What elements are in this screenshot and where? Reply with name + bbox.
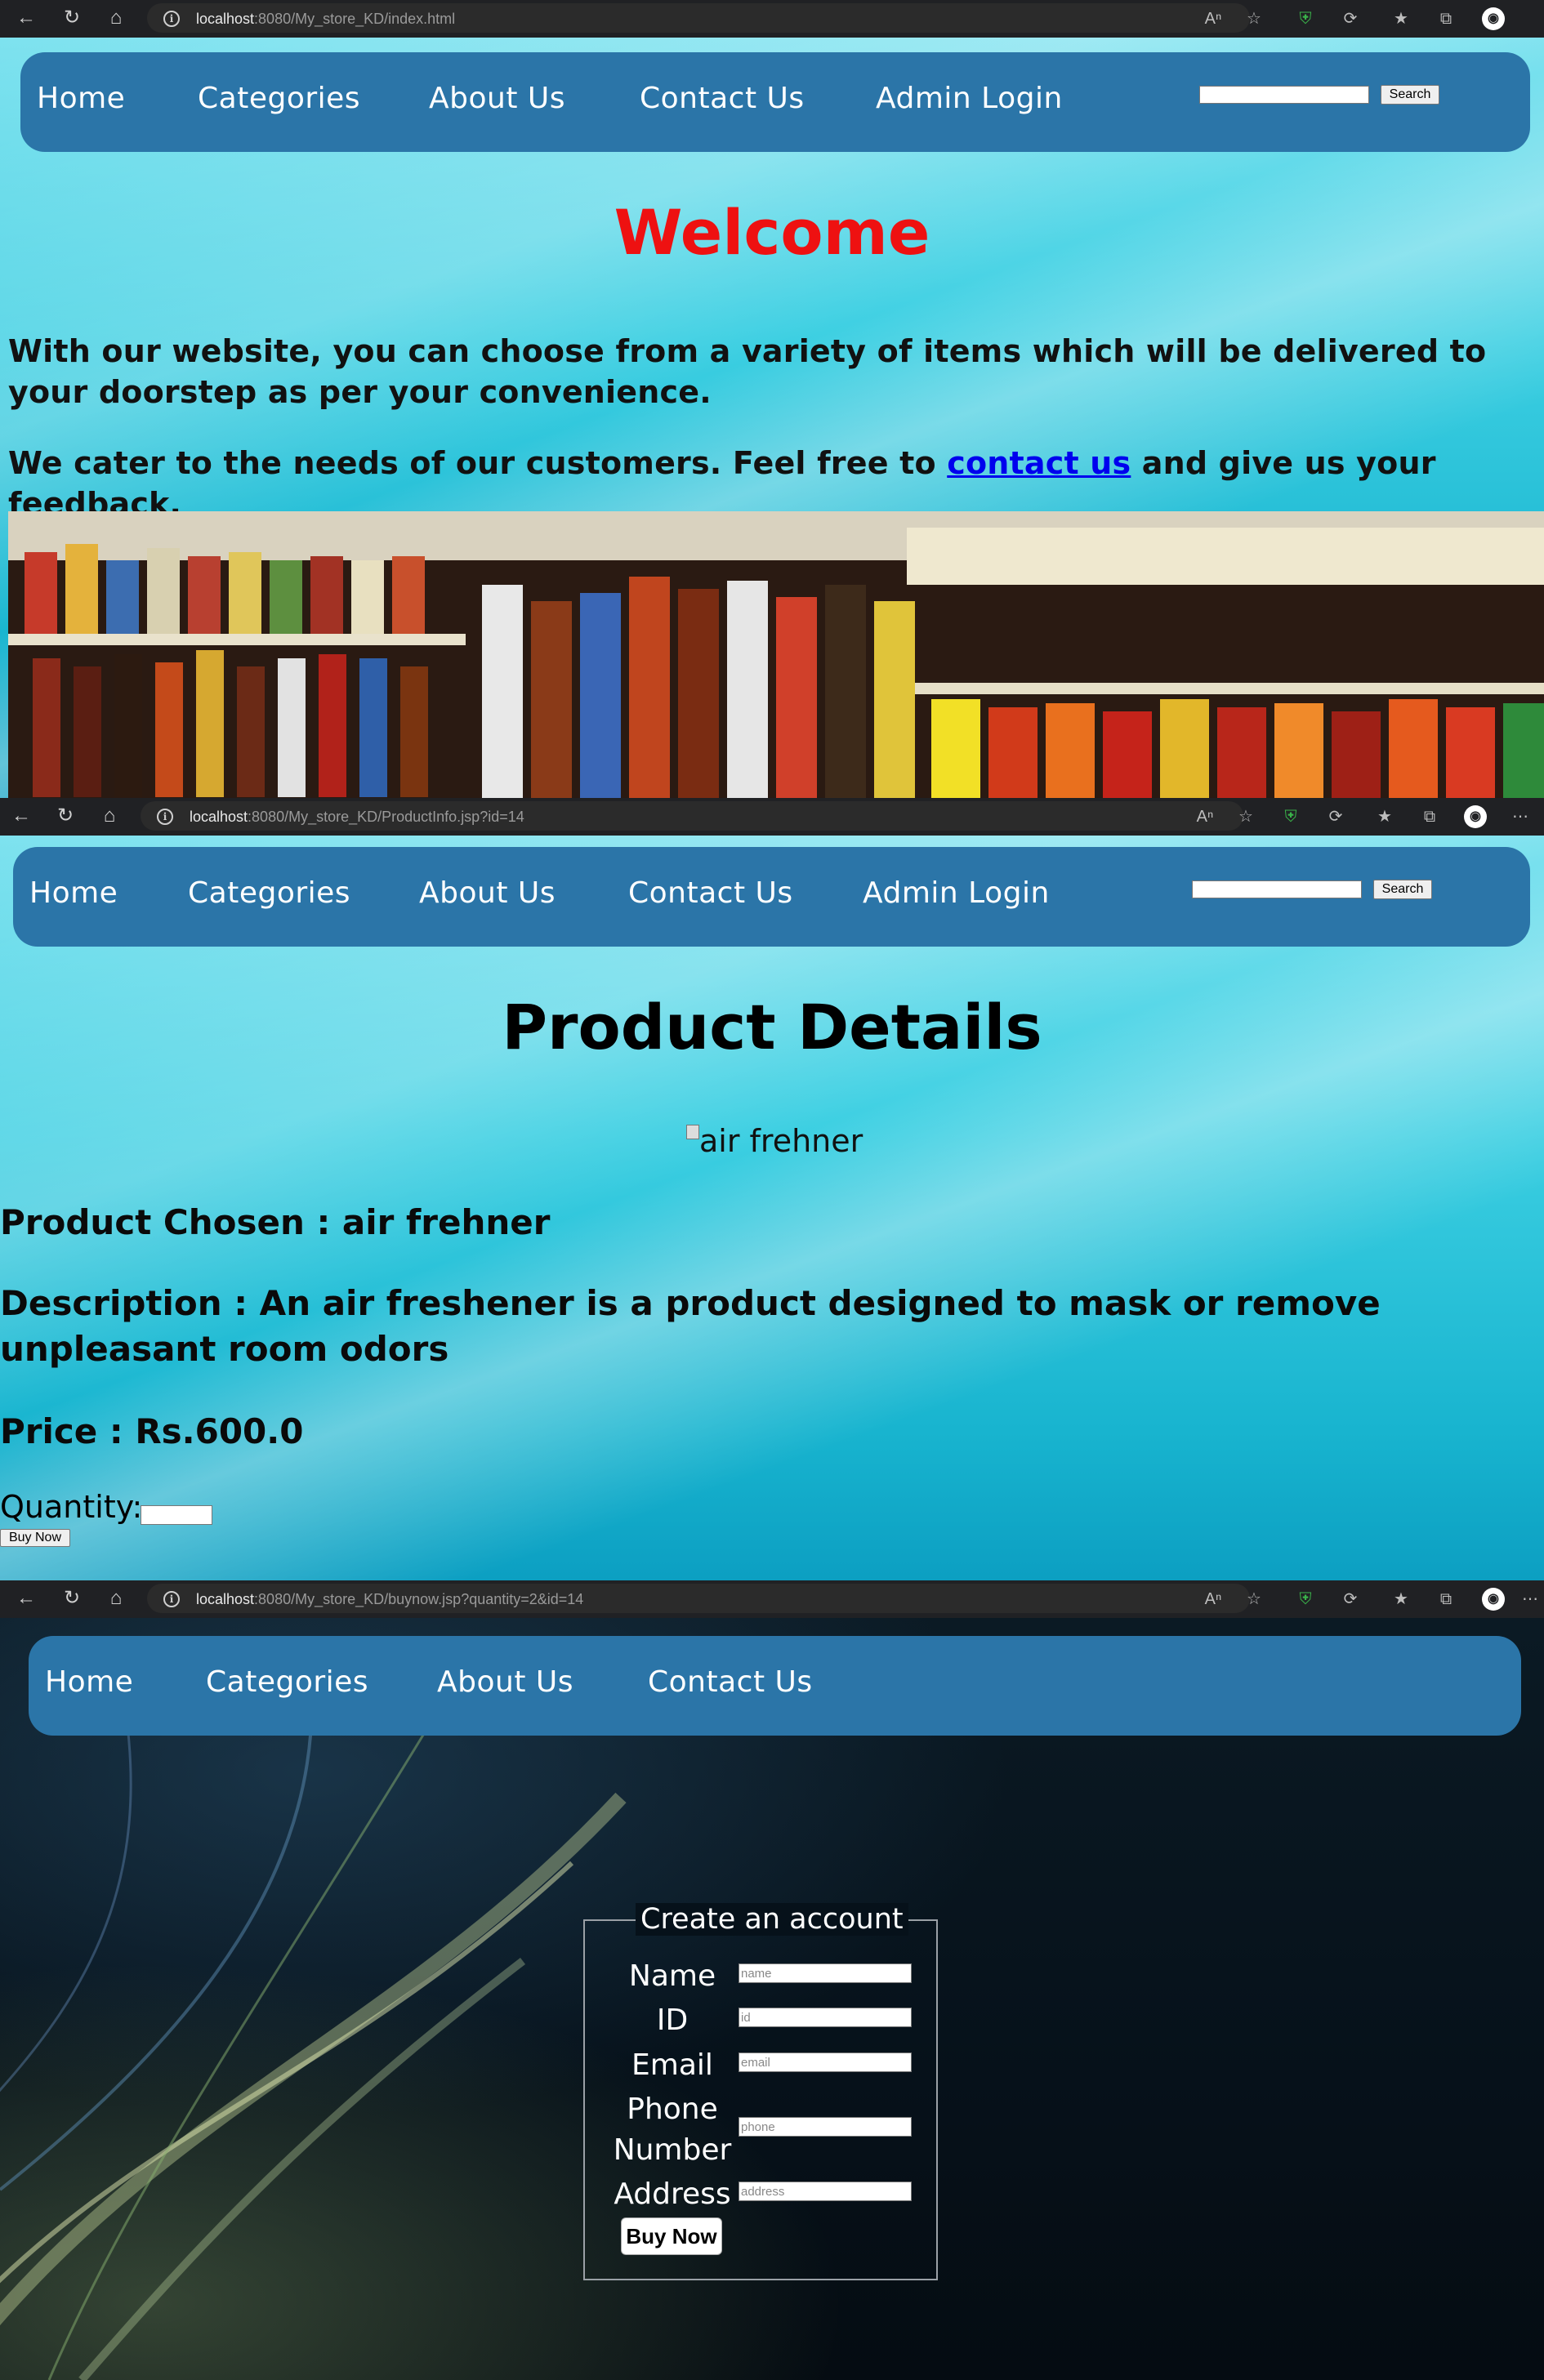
nav-bar: Home Categories About Us Contact Us Admi… bbox=[13, 847, 1530, 947]
home-icon[interactable]: ⌂ bbox=[105, 7, 127, 29]
form-legend: Create an account bbox=[636, 1903, 908, 1936]
profile-icon[interactable]: ◉ bbox=[1482, 1588, 1505, 1611]
collections-icon[interactable]: ⧉ bbox=[1417, 804, 1442, 829]
nav-about[interactable]: About Us bbox=[419, 876, 556, 910]
address-bar[interactable]: i localhost:8080/My_store_KD/buynow.jsp?… bbox=[147, 1584, 1250, 1613]
welcome-heading: Welcome bbox=[614, 196, 930, 269]
product-description: Description : An air freshener is a prod… bbox=[0, 1283, 1381, 1369]
nav-bar: Home Categories About Us Contact Us bbox=[29, 1636, 1521, 1736]
shield-extension-icon[interactable]: ⛨ bbox=[1293, 1587, 1318, 1611]
more-menu-icon[interactable]: ⋯ bbox=[1518, 1587, 1542, 1611]
info-icon[interactable]: i bbox=[163, 1591, 180, 1607]
product-image: air frehner bbox=[686, 1123, 863, 1159]
back-arrow-icon[interactable]: ← bbox=[15, 1587, 38, 1610]
product-chosen: Product Chosen : air frehner bbox=[0, 1202, 551, 1242]
nav-home[interactable]: Home bbox=[37, 82, 125, 115]
address-field[interactable] bbox=[739, 2182, 912, 2201]
read-aloud-icon[interactable]: Aⁿ bbox=[1201, 1587, 1225, 1611]
favorite-add-icon[interactable]: ☆ bbox=[1242, 7, 1266, 31]
screenshot-home: ← ↻ ⌂ i localhost:8080/My_store_KD/index… bbox=[0, 0, 1544, 798]
browser-toolbar: ← ↻ ⌂ i localhost:8080/My_store_KD/index… bbox=[0, 0, 1544, 38]
store-shelves-banner bbox=[8, 511, 1544, 798]
name-field[interactable] bbox=[739, 1963, 912, 1983]
nav-home[interactable]: Home bbox=[45, 1665, 133, 1699]
address-bar[interactable]: i localhost:8080/My_store_KD/index.html bbox=[147, 3, 1250, 33]
nav-categories[interactable]: Categories bbox=[198, 82, 360, 115]
extensions-icon[interactable]: ⟳ bbox=[1338, 7, 1363, 31]
search-input[interactable] bbox=[1192, 880, 1362, 898]
reload-icon[interactable]: ↻ bbox=[60, 1587, 83, 1610]
phone-field[interactable] bbox=[739, 2117, 912, 2137]
info-icon[interactable]: i bbox=[157, 809, 173, 825]
quantity-input[interactable] bbox=[141, 1505, 212, 1525]
phone-label: Phone Number bbox=[613, 2093, 732, 2167]
nav-contact[interactable]: Contact Us bbox=[628, 876, 793, 910]
email-field[interactable] bbox=[739, 2052, 912, 2072]
nav-admin-login[interactable]: Admin Login bbox=[876, 82, 1063, 115]
favorite-add-icon[interactable]: ☆ bbox=[1234, 804, 1258, 829]
nav-categories[interactable]: Categories bbox=[206, 1665, 368, 1699]
favorite-add-icon[interactable]: ☆ bbox=[1242, 1587, 1266, 1611]
extensions-icon[interactable]: ⟳ bbox=[1338, 1587, 1363, 1611]
collections-icon[interactable]: ⧉ bbox=[1434, 1587, 1458, 1611]
search-button[interactable]: Search bbox=[1373, 880, 1432, 899]
search-input[interactable] bbox=[1199, 86, 1369, 104]
nav-contact[interactable]: Contact Us bbox=[640, 82, 805, 115]
nav-admin-login[interactable]: Admin Login bbox=[863, 876, 1050, 910]
nav-about[interactable]: About Us bbox=[429, 82, 565, 115]
broken-image-icon bbox=[686, 1125, 699, 1139]
info-icon[interactable]: i bbox=[163, 11, 180, 27]
browser-toolbar: ← ↻ ⌂ i localhost:8080/My_store_KD/Produ… bbox=[0, 798, 1544, 836]
shield-extension-icon[interactable]: ⛨ bbox=[1293, 7, 1318, 31]
name-label: Name bbox=[628, 1959, 716, 1993]
nav-contact[interactable]: Contact Us bbox=[648, 1665, 813, 1699]
favorites-icon[interactable]: ★ bbox=[1389, 7, 1413, 31]
profile-icon[interactable]: ◉ bbox=[1482, 7, 1505, 30]
favorites-icon[interactable]: ★ bbox=[1372, 804, 1397, 829]
email-label: Email bbox=[631, 2048, 713, 2082]
back-arrow-icon[interactable]: ← bbox=[10, 804, 33, 827]
home-icon[interactable]: ⌂ bbox=[98, 804, 121, 827]
url-text: localhost:8080/My_store_KD/buynow.jsp?qu… bbox=[196, 1591, 584, 1607]
more-menu-icon[interactable]: ⋯ bbox=[1508, 804, 1533, 829]
read-aloud-icon[interactable]: Aⁿ bbox=[1201, 7, 1225, 31]
intro-paragraph: With our website, you can choose from a … bbox=[8, 333, 1487, 410]
address-label: Address bbox=[614, 2177, 731, 2211]
buy-now-submit-button[interactable]: Buy Now bbox=[621, 2217, 722, 2255]
shield-extension-icon[interactable]: ⛨ bbox=[1278, 804, 1303, 829]
profile-icon[interactable]: ◉ bbox=[1464, 805, 1487, 828]
favorites-icon[interactable]: ★ bbox=[1389, 1587, 1413, 1611]
collections-icon[interactable]: ⧉ bbox=[1434, 7, 1458, 31]
url-text: localhost:8080/My_store_KD/ProductInfo.j… bbox=[190, 809, 524, 825]
extensions-icon[interactable]: ⟳ bbox=[1323, 804, 1348, 829]
read-aloud-icon[interactable]: Aⁿ bbox=[1193, 804, 1217, 829]
reload-icon[interactable]: ↻ bbox=[60, 7, 83, 29]
nav-categories[interactable]: Categories bbox=[188, 876, 350, 910]
address-bar[interactable]: i localhost:8080/My_store_KD/ProductInfo… bbox=[141, 801, 1243, 831]
buy-now-button[interactable]: Buy Now bbox=[0, 1529, 70, 1547]
back-arrow-icon[interactable]: ← bbox=[15, 7, 38, 29]
id-label: ID bbox=[656, 2003, 689, 2037]
id-field[interactable] bbox=[739, 2008, 912, 2027]
screenshot-product: ← ↻ ⌂ i localhost:8080/My_store_KD/Produ… bbox=[0, 798, 1544, 1580]
nav-home[interactable]: Home bbox=[29, 876, 118, 910]
nav-about[interactable]: About Us bbox=[437, 1665, 573, 1699]
search-button[interactable]: Search bbox=[1381, 85, 1439, 105]
home-icon[interactable]: ⌂ bbox=[105, 1587, 127, 1610]
quantity-label: Quantity: bbox=[0, 1489, 143, 1525]
contact-us-link[interactable]: contact us bbox=[947, 445, 1131, 481]
browser-toolbar: ← ↻ ⌂ i localhost:8080/My_store_KD/buyno… bbox=[0, 1580, 1544, 1618]
product-details-heading: Product Details bbox=[502, 991, 1042, 1063]
url-text: localhost:8080/My_store_KD/index.html bbox=[196, 11, 456, 27]
product-price: Price : Rs.600.0 bbox=[0, 1411, 304, 1451]
reload-icon[interactable]: ↻ bbox=[54, 804, 77, 827]
nav-bar: Home Categories About Us Contact Us Admi… bbox=[20, 52, 1530, 152]
